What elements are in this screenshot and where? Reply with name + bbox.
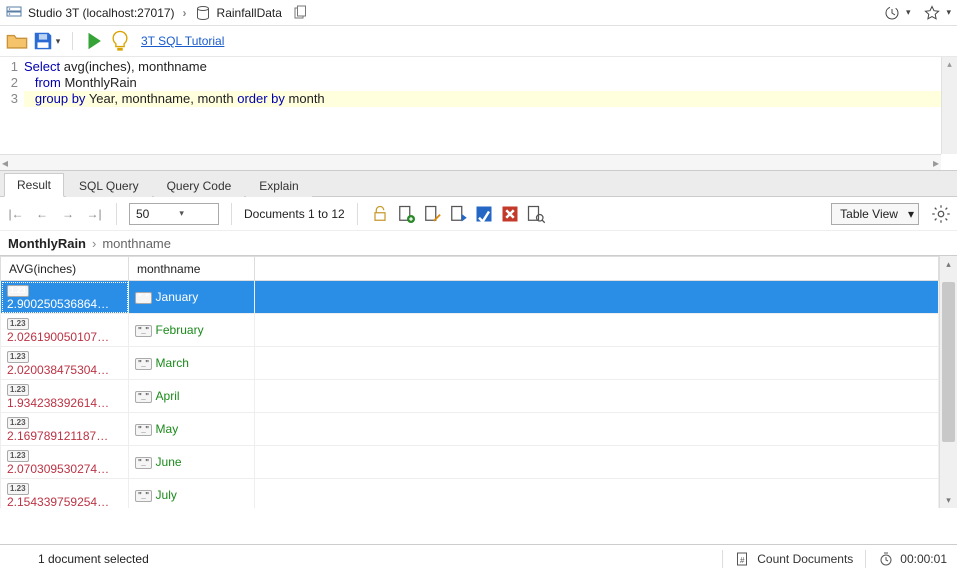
string-type-badge: "_" [135, 424, 152, 436]
column-header-spacer [255, 257, 939, 281]
svg-text:#: # [740, 556, 745, 565]
clock-icon [878, 551, 894, 567]
table-vertical-scrollbar[interactable]: ▴ ▾ [939, 256, 957, 508]
tab-explain[interactable]: Explain [246, 174, 311, 197]
cell-avg-value: 2.900250536864… [7, 297, 109, 311]
save-button[interactable] [32, 30, 54, 52]
cell-month-value: July [156, 488, 177, 502]
server-icon [6, 5, 22, 21]
table-row[interactable]: 1.232.070309530274… "_" June [1, 446, 939, 479]
run-button[interactable] [83, 30, 105, 52]
number-type-badge: 1.23 [7, 318, 29, 330]
result-tabstrip: Result SQL Query Query Code Explain [0, 171, 957, 197]
string-type-badge: "_" [135, 358, 152, 370]
settings-icon[interactable] [931, 204, 951, 224]
nav-prev-button[interactable]: ← [32, 204, 52, 224]
sql-editor[interactable]: 1 2 3 Select avg(inches), monthname from… [0, 56, 957, 171]
cell-avg-value: 2.020038475304… [7, 363, 109, 377]
cell-month-value: April [156, 389, 180, 403]
cell-avg-value: 2.026190050107… [7, 330, 109, 344]
open-folder-button[interactable] [6, 30, 28, 52]
cell-avg-value: 2.070309530274… [7, 462, 109, 476]
tab-result[interactable]: Result [4, 173, 64, 197]
star-dropdown-caret[interactable]: ▾ [946, 7, 951, 18]
editor-horizontal-scrollbar[interactable]: ◂▸ [0, 154, 941, 170]
number-type-badge: 1.23 [7, 450, 29, 462]
tutorial-link[interactable]: 3T SQL Tutorial [141, 34, 224, 48]
view-mode-select[interactable]: Table View▾ [831, 203, 919, 225]
nav-last-button[interactable]: →| [84, 204, 104, 224]
cell-month-value: March [156, 356, 189, 370]
number-type-badge: 1.23 [7, 384, 29, 396]
star-icon[interactable] [924, 5, 940, 21]
string-type-badge: "_" [135, 490, 152, 502]
breadcrumb-root[interactable]: Studio 3T (localhost:27017) [28, 6, 175, 20]
database-icon [195, 5, 211, 21]
number-type-badge: 1.23 [7, 351, 29, 363]
cell-avg-value: 2.154339759254… [7, 495, 109, 508]
collection-name[interactable]: MonthlyRain [8, 236, 86, 251]
table-row[interactable]: 1.232.169789121187… "_" May [1, 413, 939, 446]
collection-subpath[interactable]: monthname [102, 236, 171, 251]
cell-month-value: June [156, 455, 182, 469]
page-size-select[interactable]: 50▾ [129, 203, 219, 225]
table-row[interactable]: 1.232.900250536864… "_" January [1, 281, 939, 314]
add-doc-icon[interactable] [396, 204, 416, 224]
nav-first-button[interactable]: |← [6, 204, 26, 224]
save-dropdown-caret[interactable]: ▾ [54, 30, 62, 52]
status-selection: 1 document selected [38, 552, 149, 566]
table-row[interactable]: 1.232.154339759254… "_" July [1, 479, 939, 509]
number-type-badge: 1.23 [7, 285, 29, 297]
edit-doc-icon[interactable] [422, 204, 442, 224]
count-icon: # [735, 551, 751, 567]
status-elapsed: 00:00:01 [878, 551, 947, 567]
export-doc-icon[interactable] [448, 204, 468, 224]
cell-month-value: February [156, 323, 204, 337]
results-table: AVG(inches) monthname 1.232.900250536864… [0, 256, 939, 508]
filter-apply-icon[interactable] [474, 204, 494, 224]
table-row[interactable]: 1.232.020038475304… "_" March [1, 347, 939, 380]
cell-month-value: January [156, 290, 199, 304]
count-documents-button[interactable]: # Count Documents [735, 551, 853, 567]
breadcrumb-sep: › [181, 6, 189, 20]
tab-query-code[interactable]: Query Code [154, 174, 245, 197]
string-type-badge: "_" [135, 457, 152, 469]
documents-range-label: Documents 1 to 12 [244, 207, 345, 221]
editor-vertical-scrollbar[interactable]: ▴ [941, 57, 957, 154]
cell-month-value: May [156, 422, 179, 436]
string-type-badge: "_" [135, 292, 152, 304]
cell-avg-value: 1.934238392614… [7, 396, 109, 410]
column-header-avg[interactable]: AVG(inches) [1, 257, 129, 281]
breadcrumb-db[interactable]: RainfallData [217, 6, 282, 20]
number-type-badge: 1.23 [7, 483, 29, 495]
history-dropdown-caret[interactable]: ▾ [906, 7, 911, 18]
hint-button[interactable] [109, 30, 131, 52]
tab-sql-query[interactable]: SQL Query [66, 174, 152, 197]
filter-clear-icon[interactable] [500, 204, 520, 224]
column-header-monthname[interactable]: monthname [129, 257, 255, 281]
cell-avg-value: 2.169789121187… [7, 429, 108, 443]
number-type-badge: 1.23 [7, 417, 29, 429]
lock-icon[interactable] [370, 204, 390, 224]
nav-next-button[interactable]: → [58, 204, 78, 224]
history-icon[interactable] [884, 5, 900, 21]
search-doc-icon[interactable] [526, 204, 546, 224]
table-row[interactable]: 1.232.026190050107… "_" February [1, 314, 939, 347]
string-type-badge: "_" [135, 391, 152, 403]
copy-icon[interactable] [292, 5, 308, 21]
table-row[interactable]: 1.231.934238392614… "_" April [1, 380, 939, 413]
string-type-badge: "_" [135, 325, 152, 337]
